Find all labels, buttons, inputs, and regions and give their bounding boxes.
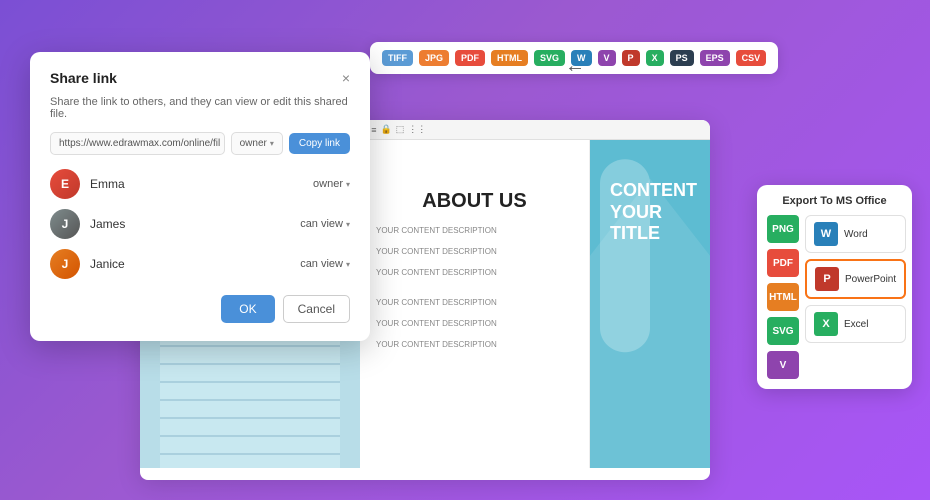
link-input[interactable]: https://www.edrawmax.com/online/fil — [50, 132, 225, 155]
format-html[interactable]: HTML — [491, 50, 528, 66]
user-list: E Emma owner ▾ J James can view ▾ J Jani… — [50, 169, 350, 279]
user-perm-emma[interactable]: owner ▾ — [313, 178, 350, 190]
format-visio[interactable]: V — [598, 50, 616, 66]
user-perm-james[interactable]: can view ▾ — [300, 218, 350, 230]
export-card-word[interactable]: W Word — [805, 215, 906, 253]
about-desc-5: YOUR CONTENT DESCRIPTION — [376, 318, 573, 331]
format-tiff[interactable]: TIFF — [382, 50, 413, 66]
export-panel-body: PNG PDF HTML SVG V W Word P PowerPoint X… — [767, 215, 902, 379]
export-icon-html[interactable]: HTML — [767, 283, 799, 311]
dialog-footer: OK Cancel — [50, 295, 350, 323]
link-row: https://www.edrawmax.com/online/fil owne… — [50, 132, 350, 155]
format-excel[interactable]: X — [646, 50, 664, 66]
user-row-janice: J Janice can view ▾ — [50, 249, 350, 279]
arrow-indicator: ← — [565, 55, 585, 78]
copy-link-button[interactable]: Copy link — [289, 133, 350, 154]
export-card-excel[interactable]: X Excel — [805, 305, 906, 343]
word-label: Word — [844, 229, 868, 240]
export-icon-png[interactable]: PNG — [767, 215, 799, 243]
dialog-title: Share link — [50, 70, 117, 86]
avatar-emma: E — [50, 169, 80, 199]
format-eps[interactable]: EPS — [700, 50, 730, 66]
user-row-james: J James can view ▾ — [50, 209, 350, 239]
powerpoint-label: PowerPoint — [845, 274, 896, 285]
format-ppt[interactable]: P — [622, 50, 640, 66]
export-right-cards: W Word P PowerPoint X Excel — [805, 215, 906, 379]
export-icon-svg[interactable]: SVG — [767, 317, 799, 345]
about-title: ABOUT US — [376, 190, 573, 213]
chevron-down-icon: ▾ — [270, 139, 274, 148]
about-desc-6: YOUR CONTENT DESCRIPTION — [376, 339, 573, 352]
tb-icon15[interactable]: 🔒 — [381, 124, 392, 135]
excel-label: Excel — [844, 319, 868, 330]
tb-icon16[interactable]: ⬚ — [396, 124, 405, 135]
cancel-button[interactable]: Cancel — [283, 295, 350, 323]
excel-icon: X — [814, 312, 838, 336]
about-desc-2: YOUR CONTENT DESCRIPTION — [376, 246, 573, 259]
tb-icon17[interactable]: ⋮⋮ — [408, 124, 426, 135]
about-desc-4: YOUR CONTENT DESCRIPTION — [376, 297, 573, 310]
ok-button[interactable]: OK — [221, 295, 274, 323]
format-pdf[interactable]: PDF — [455, 50, 485, 66]
link-permission-dropdown[interactable]: owner ▾ — [231, 132, 283, 155]
export-icon-visio[interactable]: V — [767, 351, 799, 379]
export-panel-title: Export To MS Office — [767, 195, 902, 207]
format-jpg[interactable]: JPG — [419, 50, 449, 66]
dialog-header: Share link × — [50, 70, 350, 86]
canvas-about-section: ABOUT US YOUR CONTENT DESCRIPTION YOUR C… — [360, 140, 590, 468]
share-dialog: Share link × Share the link to others, a… — [30, 52, 370, 341]
export-left-icons: PNG PDF HTML SVG V — [767, 215, 799, 379]
user-name-james: James — [90, 217, 290, 231]
chevron-down-icon-emma: ▾ — [346, 180, 350, 189]
export-icon-pdf[interactable]: PDF — [767, 249, 799, 277]
about-desc-1: YOUR CONTENT DESCRIPTION — [376, 225, 573, 238]
export-panel: Export To MS Office PNG PDF HTML SVG V W… — [757, 185, 912, 389]
avatar-janice: J — [50, 249, 80, 279]
format-svg[interactable]: SVG — [534, 50, 565, 66]
user-name-janice: Janice — [90, 257, 290, 271]
avatar-james: J — [50, 209, 80, 239]
format-csv[interactable]: CSV — [736, 50, 767, 66]
content-title: CONTENT YOUR TITLE — [610, 180, 700, 245]
format-ps[interactable]: PS — [670, 50, 694, 66]
user-row-emma: E Emma owner ▾ — [50, 169, 350, 199]
user-name-emma: Emma — [90, 177, 303, 191]
powerpoint-icon: P — [815, 267, 839, 291]
chevron-down-icon-janice: ▾ — [346, 260, 350, 269]
word-icon: W — [814, 222, 838, 246]
chevron-down-icon-james: ▾ — [346, 220, 350, 229]
export-card-powerpoint[interactable]: P PowerPoint — [805, 259, 906, 299]
tb-icon14[interactable]: ≡ — [371, 125, 376, 135]
about-desc-3: YOUR CONTENT DESCRIPTION — [376, 267, 573, 280]
close-icon[interactable]: × — [342, 71, 350, 85]
user-perm-janice[interactable]: can view ▾ — [300, 258, 350, 270]
canvas-right-section: CONTENT YOUR TITLE — [590, 140, 710, 468]
link-permission-label: owner — [240, 138, 267, 149]
dialog-description: Share the link to others, and they can v… — [50, 96, 350, 120]
